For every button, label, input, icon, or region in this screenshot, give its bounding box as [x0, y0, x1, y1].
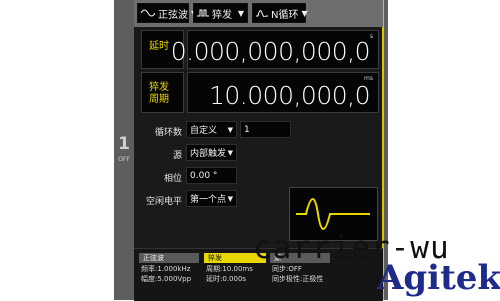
- n-cycle-mode-label: N循环: [271, 9, 299, 21]
- burst-mode-label: 猝发: [212, 9, 232, 21]
- n-cycle-mode-button[interactable]: N循环 ▼: [252, 3, 308, 23]
- watermark-logo: Agitek: [377, 258, 500, 298]
- burst-period-summary: 周期:10.00ms: [206, 265, 253, 273]
- burst-period-label-box[interactable]: 猝发 周期: [141, 72, 184, 113]
- sine-amplitude: 幅度:5.000Vpp: [141, 275, 192, 283]
- cycles-count-value: 1: [244, 124, 250, 135]
- phase-label: 相位: [163, 174, 182, 184]
- sine-mode-button[interactable]: 正弦波 ▼: [137, 3, 197, 23]
- phase-value: 0.00 °: [190, 170, 218, 181]
- tab-burst-title: 猝发: [208, 254, 222, 262]
- source-sync-polarity: 同步极性:正极性: [272, 275, 324, 283]
- chevron-down-icon: ▼: [237, 8, 244, 18]
- delay-value-field[interactable]: s 0.000,000,000,0: [171, 30, 379, 69]
- burst-period-value: 10.000,000,0: [209, 81, 371, 110]
- burst-icon: [197, 9, 209, 17]
- idle-level-dropdown[interactable]: 第一个点 ▼: [186, 190, 237, 207]
- burst-mode-button[interactable]: 猝发 ▼: [193, 3, 248, 23]
- chevron-down-icon: ▼: [301, 8, 308, 18]
- sine-frequency: 频率:1.000kHz: [141, 265, 191, 273]
- cycles-mode-value: 自定义: [190, 126, 218, 136]
- chevron-down-icon: ▼: [227, 125, 233, 134]
- source-dropdown[interactable]: 内部触发 ▼: [186, 144, 237, 161]
- phase-input[interactable]: 0.00 °: [186, 167, 237, 184]
- idle-level-value: 第一个点: [190, 195, 227, 205]
- cycles-label: 循环数: [154, 128, 182, 138]
- delay-label: 延时: [149, 41, 169, 52]
- burst-period-value-field[interactable]: ms 10.000,000,0: [187, 72, 379, 113]
- tab-sine-title: 正弦波: [143, 254, 164, 262]
- chevron-down-icon: ▼: [227, 148, 233, 157]
- cycles-mode-dropdown[interactable]: 自定义 ▼: [186, 121, 237, 138]
- cycles-count-input[interactable]: 1: [240, 121, 291, 138]
- burst-period-label-line1: 猝发: [149, 82, 169, 93]
- burst-period-label-line2: 周期: [149, 94, 169, 105]
- idle-level-label: 空闲电平: [145, 197, 182, 207]
- sine-mode-label: 正弦波: [158, 9, 188, 21]
- n-cycle-icon: [256, 10, 268, 17]
- tab-sine-status[interactable]: 正弦波: [139, 253, 199, 263]
- chevron-down-icon: ▼: [227, 194, 233, 203]
- channel-number[interactable]: 1: [117, 134, 131, 154]
- sine-wave-icon: [141, 9, 155, 17]
- delay-unit: s: [369, 33, 373, 40]
- source-value: 内部触发: [190, 149, 227, 159]
- delay-value: 0.000,000,000,0: [170, 37, 371, 66]
- channel-state: OFF: [118, 156, 130, 163]
- burst-delay-summary: 延时:0.000s: [206, 275, 247, 283]
